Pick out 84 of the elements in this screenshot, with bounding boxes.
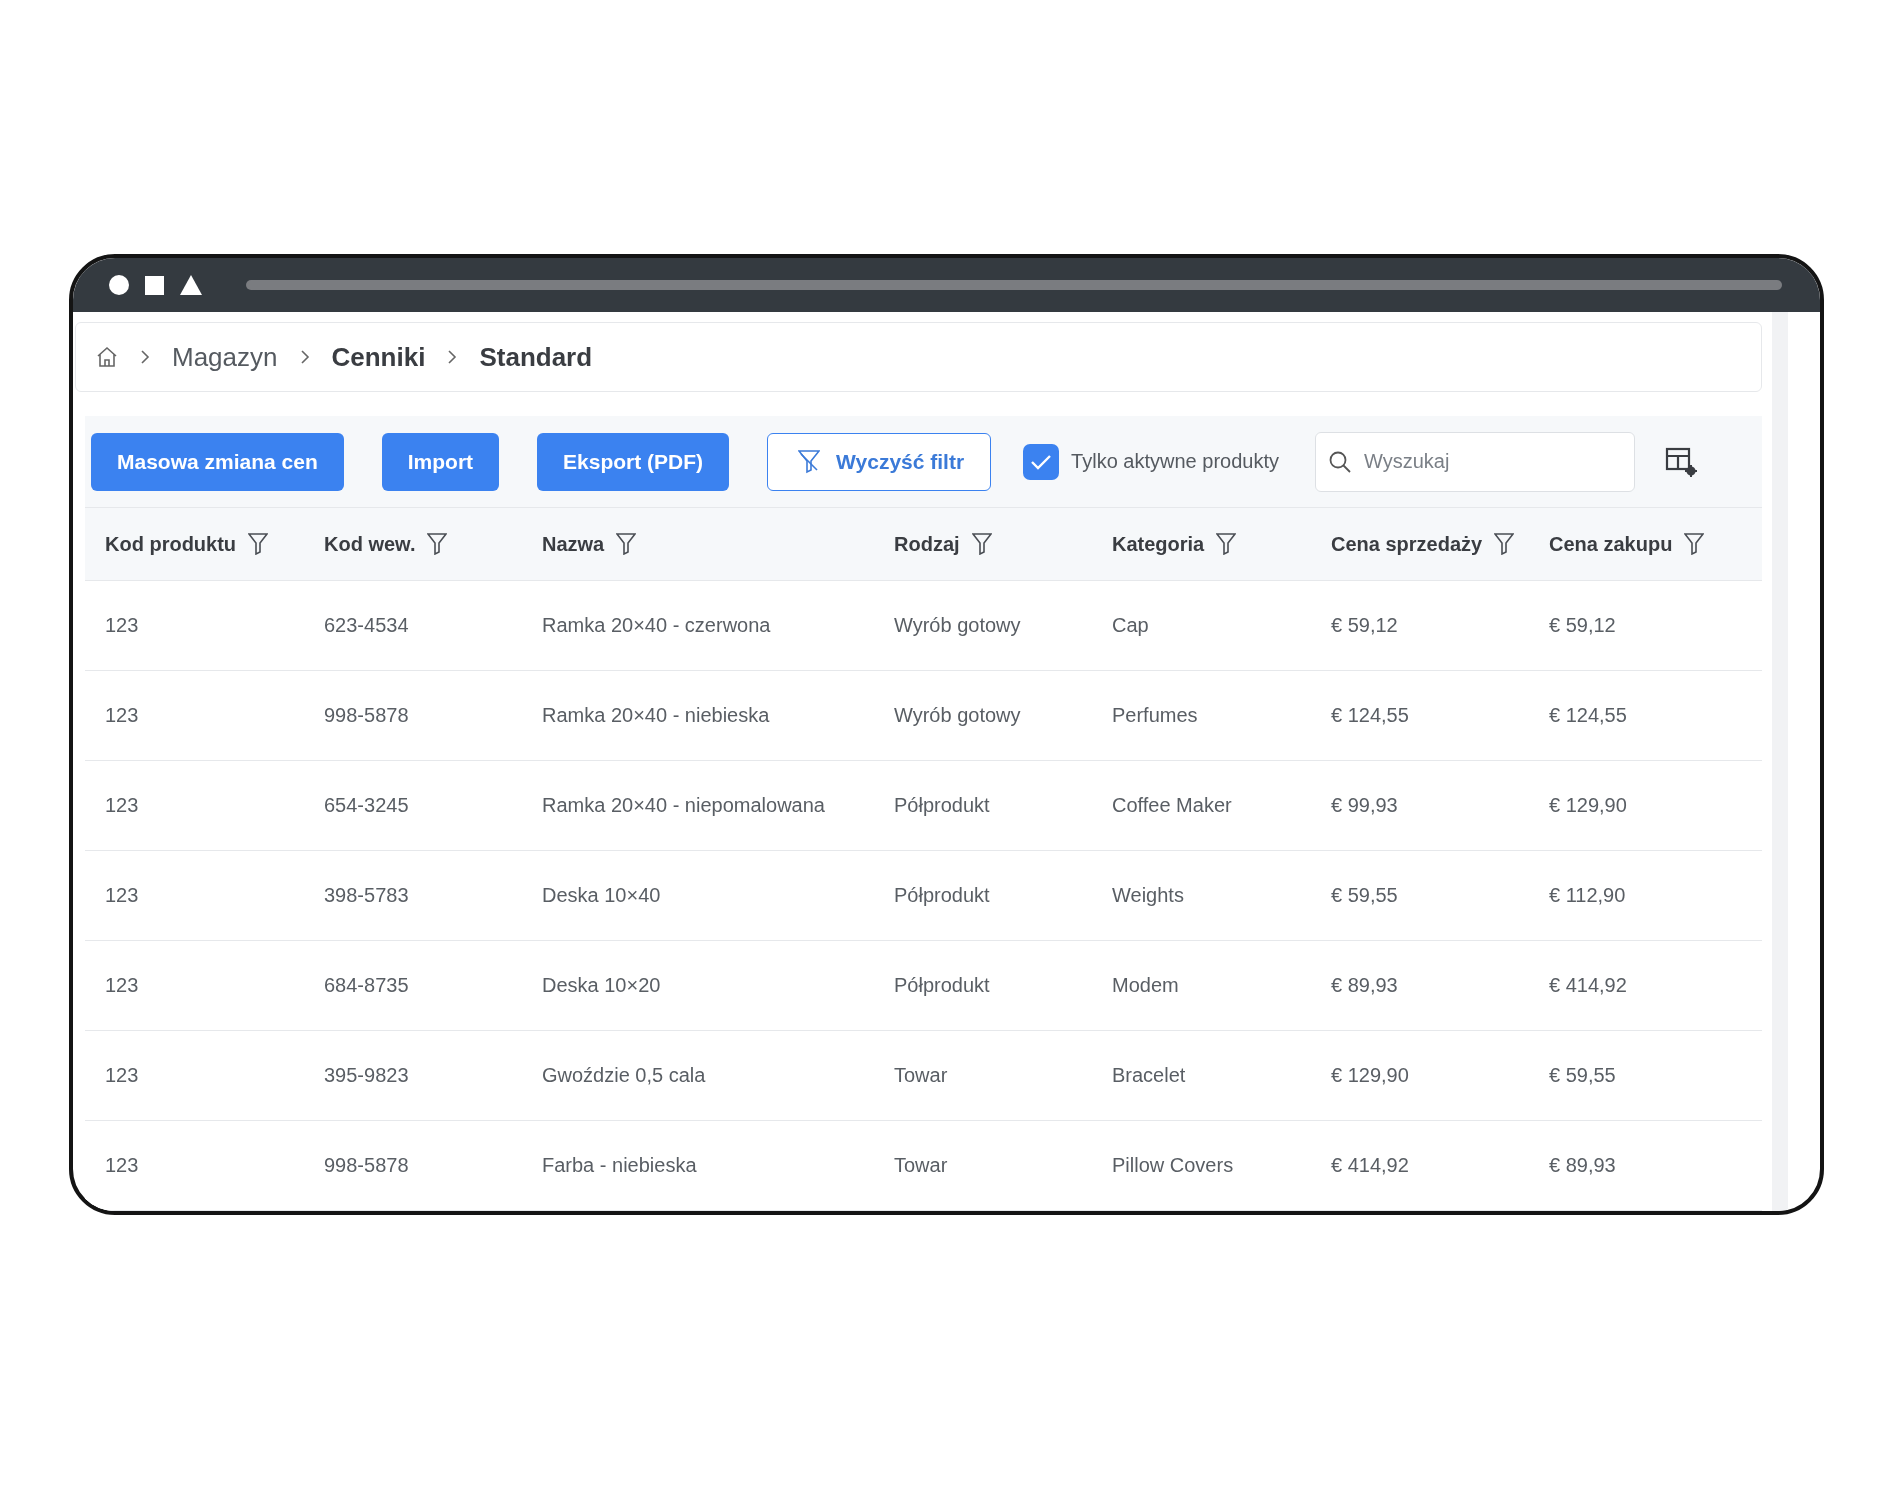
table-cell: Farba - niebieska [522, 1121, 874, 1211]
table-cell: 998-5878 [304, 1121, 522, 1211]
table-cell: Coffee Maker [1092, 761, 1311, 851]
breadcrumb-link[interactable]: Cenniki [331, 341, 426, 373]
table-cell: Pillow Covers [1092, 1121, 1311, 1211]
checkbox-label: Tylko aktywne produkty [1071, 450, 1279, 473]
table-cell: € 129,90 [1529, 761, 1762, 851]
column-title: Nazwa [542, 532, 605, 556]
table-cell: Towar [874, 1031, 1092, 1121]
table-cell: Wyrób gotowy [874, 671, 1092, 761]
check-icon [1030, 452, 1053, 471]
filter-icon[interactable] [248, 533, 269, 555]
table-cell: Ramka 20×40 - niebieska [522, 671, 874, 761]
table-cell: Towar [874, 1121, 1092, 1211]
action-button[interactable]: Eksport (PDF) [537, 432, 730, 491]
filter-icon[interactable] [616, 533, 637, 555]
table-cell: € 124,55 [1529, 671, 1762, 761]
table-cell: € 99,93 [1311, 761, 1529, 851]
table-cell: 123 [85, 941, 304, 1031]
table-cell: € 59,55 [1311, 851, 1529, 941]
table-cell: Bracelet [1092, 1031, 1311, 1121]
filter-icon[interactable] [1216, 533, 1237, 555]
table-cell: 123 [85, 761, 304, 851]
chevron-icon [140, 349, 150, 365]
square-icon [145, 275, 164, 295]
table-cell: 123 [85, 1031, 304, 1121]
table-cell: € 112,90 [1529, 851, 1762, 941]
table-cell: € 414,92 [1311, 1121, 1529, 1211]
table-cell: Weights [1092, 851, 1311, 941]
column-title: Rodzaj [894, 532, 960, 556]
filter-icon[interactable] [971, 533, 992, 555]
table-cell: Półprodukt [874, 761, 1092, 851]
checkbox[interactable] [1023, 443, 1060, 480]
action-button[interactable]: Import [381, 432, 500, 491]
filter-icon[interactable] [1494, 533, 1515, 555]
table-cell: 123 [85, 671, 304, 761]
column-title: Cena sprzedaży [1331, 532, 1483, 556]
table-cell: 395-9823 [304, 1031, 522, 1121]
table-cell: 684-8735 [304, 941, 522, 1031]
action-button[interactable]: Masowa zmiana cen [91, 432, 344, 491]
table-cell: Ramka 20×40 - czerwona [522, 581, 874, 671]
table-settings-icon[interactable] [1664, 446, 1697, 477]
chevron-icon [299, 349, 310, 365]
triangle-icon [180, 275, 202, 295]
breadcrumb-link[interactable]: Standard [479, 341, 593, 373]
table-cell: 123 [85, 1121, 304, 1211]
table-cell: € 59,12 [1529, 581, 1762, 671]
table-cell: € 59,55 [1529, 1031, 1762, 1121]
chevron-icon [447, 349, 458, 365]
table-cell: 123 [85, 581, 304, 671]
breadcrumb-link[interactable]: Magazyn [172, 341, 278, 373]
table-cell: € 124,55 [1311, 671, 1529, 761]
search-icon [1328, 450, 1351, 473]
table-cell: Modem [1092, 941, 1311, 1031]
table-cell: Cap [1092, 581, 1311, 671]
clear-filter-button[interactable]: Wyczyść filtr [767, 432, 992, 491]
table-cell: Deska 10×40 [522, 851, 874, 941]
table-cell: € 414,92 [1529, 941, 1762, 1031]
table-cell: € 89,93 [1529, 1121, 1762, 1211]
filter-off-icon [798, 449, 821, 474]
table-cell: Gwoździe 0,5 cala [522, 1031, 874, 1121]
table-cell: Ramka 20×40 - niepomalowana [522, 761, 874, 851]
table-cell: Deska 10×20 [522, 941, 874, 1031]
filter-icon[interactable] [427, 533, 448, 555]
search-field[interactable]: Wyszukaj [1314, 431, 1635, 492]
table-cell: 123 [85, 851, 304, 941]
table-cell: 998-5878 [304, 671, 522, 761]
home-icon[interactable] [96, 346, 118, 368]
column-title: Cena zakupu [1549, 532, 1673, 556]
table-cell: 654-3245 [304, 761, 522, 851]
table-cell: 398-5783 [304, 851, 522, 941]
table-cell: Perfumes [1092, 671, 1311, 761]
table-cell: 623-4534 [304, 581, 522, 671]
filter-icon[interactable] [1684, 533, 1705, 555]
table-cell: Wyrób gotowy [874, 581, 1092, 671]
table-cell: € 89,93 [1311, 941, 1529, 1031]
table-cell: € 129,90 [1311, 1031, 1529, 1121]
circle-icon [109, 275, 129, 295]
table-cell: € 59,12 [1311, 581, 1529, 671]
table-cell: Półprodukt [874, 851, 1092, 941]
column-title: Kod wew. [324, 532, 416, 556]
column-title: Kod produktu [105, 532, 237, 556]
table-cell: Półprodukt [874, 941, 1092, 1031]
column-title: Kategoria [1112, 532, 1205, 556]
